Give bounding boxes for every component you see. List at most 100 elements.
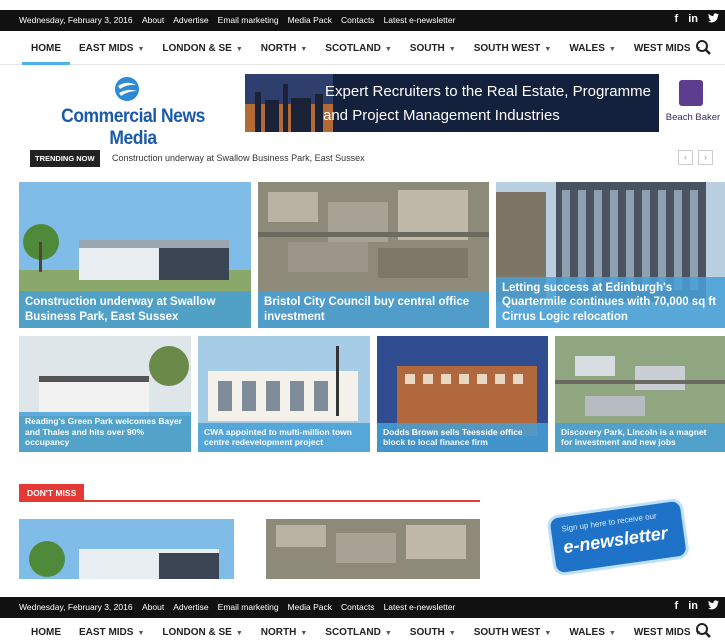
top-link-email-marketing[interactable]: Email marketing (218, 15, 279, 25)
nav-item-south-west[interactable]: SOUTH WEST ▼ (465, 618, 561, 644)
dont-miss-article-thumb[interactable] (19, 519, 234, 579)
trending-prev-button[interactable]: ‹ (678, 150, 693, 165)
facebook-icon[interactable]: f (675, 600, 679, 613)
nav-item-north[interactable]: NORTH ▼ (252, 31, 317, 65)
featured-article[interactable]: Bristol City Council buy central office … (258, 182, 489, 328)
top-bar-links: About Advertise Email marketing Media Pa… (142, 15, 455, 25)
twitter-icon[interactable] (708, 600, 719, 613)
top-link-latest-newsletter[interactable]: Latest e-newsletter (384, 15, 456, 25)
nav-label: WALES (569, 43, 605, 54)
nav-item-scotland[interactable]: SCOTLAND ▼ (316, 31, 401, 65)
nav-label: SOUTH (409, 627, 445, 638)
nav-item-london-se[interactable]: LONDON & SE ▼ (153, 618, 251, 644)
featured-article[interactable]: Reading's Green Park welcomes Bayer and … (19, 336, 191, 452)
trending-now-bar: TRENDING NOW Construction underway at Sw… (30, 150, 720, 168)
top-link-latest-newsletter[interactable]: Latest e-newsletter (384, 602, 456, 612)
search-icon[interactable] (695, 39, 713, 57)
nav-item-east-mids[interactable]: EAST MIDS ▼ (70, 31, 153, 65)
beach-baker-text: Beach Baker (665, 112, 721, 123)
article-title: Dodds Brown sells Teesside office block … (377, 422, 548, 452)
main-nav: HOME EAST MIDS ▼ LONDON & SE ▼ NORTH ▼ SCOT… (0, 618, 725, 644)
nav-label: NORTH (260, 43, 297, 54)
trending-next-button[interactable]: › (698, 150, 713, 165)
featured-article[interactable]: Dodds Brown sells Teesside office block … (377, 336, 548, 452)
top-link-advertise[interactable]: Advertise (173, 602, 208, 612)
article-title: CWA appointed to multi-million town cent… (198, 422, 370, 452)
top-bar-links: About Advertise Email marketing Media Pa… (142, 602, 455, 612)
social-links: f in (675, 13, 719, 26)
nav-label: SOUTH WEST (473, 627, 541, 638)
beach-baker-logo: Beach Baker (659, 74, 725, 132)
top-link-email-marketing[interactable]: Email marketing (218, 602, 279, 612)
nav-item-wales[interactable]: WALES ▼ (560, 31, 625, 65)
nav-item-london-se[interactable]: LONDON & SE ▼ (153, 31, 251, 65)
top-link-media-pack[interactable]: Media Pack (288, 602, 332, 612)
nav-label: WEST MIDS (633, 627, 691, 638)
banner-ad[interactable]: Expert Recruiters to the Real Estate, Pr… (245, 74, 725, 132)
site-logo[interactable]: Commercial News Media (38, 74, 228, 149)
top-link-media-pack[interactable]: Media Pack (288, 15, 332, 25)
nav-item-south[interactable]: SOUTH ▼ (401, 31, 465, 65)
nav-item-east-mids[interactable]: EAST MIDS ▼ (70, 618, 153, 644)
nav-item-scotland[interactable]: SCOTLAND ▼ (316, 618, 401, 644)
main-nav: HOME EAST MIDS ▼ LONDON & SE ▼ NORTH ▼ SCOT… (0, 31, 725, 65)
chevron-down-icon: ▼ (544, 630, 552, 637)
newsletter-signup[interactable]: Sign up here to receive our e-newsletter (543, 496, 693, 576)
banner-line-2: and Project Management Industries (323, 107, 560, 124)
trending-headline[interactable]: Construction underway at Swallow Busines… (112, 153, 365, 163)
nav-item-wales[interactable]: WALES ▼ (560, 618, 625, 644)
logo-text: Commercial News Media (61, 106, 205, 149)
dont-miss-article-thumb[interactable] (266, 519, 480, 579)
twitter-icon[interactable] (708, 13, 719, 26)
chevron-down-icon: ▼ (235, 46, 243, 53)
article-title: Letting success at Edinburgh's Quartermi… (496, 276, 725, 328)
banner-line-1: Expert Recruiters to the Real Estate, Pr… (325, 83, 651, 100)
facebook-icon[interactable]: f (675, 13, 679, 26)
nav-item-home[interactable]: HOME (22, 618, 70, 644)
trending-label: TRENDING NOW (30, 150, 100, 167)
article-title: Bristol City Council buy central office … (258, 291, 489, 328)
top-link-about[interactable]: About (142, 602, 164, 612)
search-icon[interactable] (695, 622, 713, 640)
chevron-down-icon: ▼ (384, 46, 392, 53)
nav-label: EAST MIDS (79, 43, 134, 54)
top-link-contacts[interactable]: Contacts (341, 15, 375, 25)
nav-label: HOME (31, 43, 61, 54)
nav-label: EAST MIDS (79, 627, 134, 638)
nav-label: WEST MIDS (633, 43, 691, 54)
nav-label: SOUTH (409, 43, 445, 54)
nav-label: HOME (31, 627, 61, 638)
nav-item-home[interactable]: HOME (22, 31, 70, 65)
featured-article[interactable]: CWA appointed to multi-million town cent… (198, 336, 370, 452)
linkedin-icon[interactable]: in (688, 13, 698, 26)
top-bar-date: Wednesday, February 3, 2016 (19, 15, 133, 25)
nav-item-south-west[interactable]: SOUTH WEST ▼ (465, 31, 561, 65)
article-image (266, 519, 480, 579)
featured-article[interactable]: Discovery Park, Lincoln is a magnet for … (555, 336, 725, 452)
nav-item-south[interactable]: SOUTH ▼ (401, 618, 465, 644)
top-link-contacts[interactable]: Contacts (341, 602, 375, 612)
nav-label: LONDON & SE (162, 43, 232, 54)
top-link-advertise[interactable]: Advertise (173, 15, 208, 25)
chevron-down-icon: ▼ (448, 630, 456, 637)
dont-miss-header: DON'T MISS (19, 484, 480, 502)
chevron-down-icon: ▼ (608, 46, 616, 53)
dont-miss-label: DON'T MISS (19, 484, 85, 502)
banner-skyline-image (245, 74, 333, 132)
chevron-down-icon: ▼ (448, 46, 456, 53)
nav-label: SCOTLAND (325, 43, 381, 54)
linkedin-icon[interactable]: in (688, 600, 698, 613)
beach-baker-mark-icon (679, 80, 703, 106)
top-link-about[interactable]: About (142, 15, 164, 25)
nav-label: NORTH (260, 627, 297, 638)
chevron-down-icon: ▼ (235, 630, 243, 637)
article-title: Reading's Green Park welcomes Bayer and … (19, 412, 191, 452)
article-image (19, 519, 234, 579)
social-links: f in (675, 600, 719, 613)
featured-article[interactable]: Construction underway at Swallow Busines… (19, 182, 251, 328)
chevron-down-icon: ▼ (300, 46, 308, 53)
nav-item-north[interactable]: NORTH ▼ (252, 618, 317, 644)
nav-list: HOME EAST MIDS ▼ LONDON & SE ▼ NORTH ▼ SCOT… (22, 31, 710, 65)
chevron-down-icon: ▼ (608, 630, 616, 637)
featured-article[interactable]: Letting success at Edinburgh's Quartermi… (496, 182, 725, 328)
